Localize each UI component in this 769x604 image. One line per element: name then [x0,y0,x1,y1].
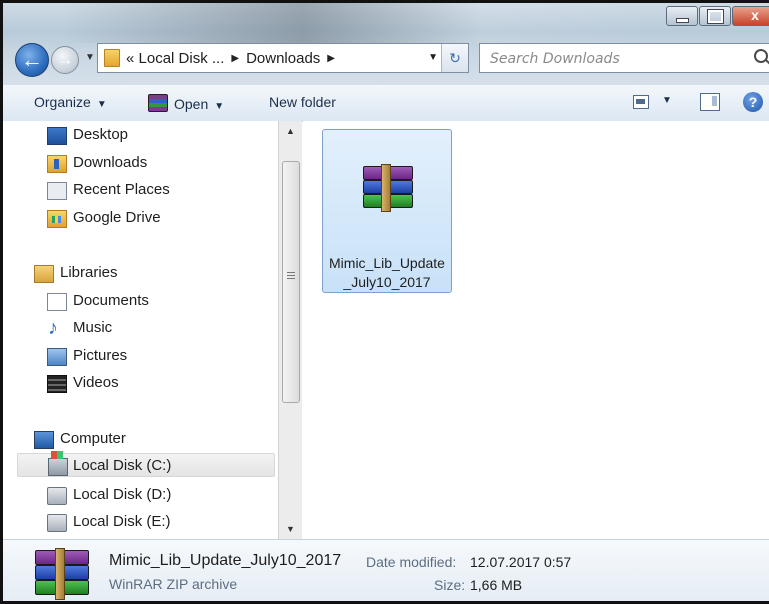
change-view-icon[interactable] [633,95,649,109]
forward-arrow-icon: → [56,50,74,69]
back-button[interactable]: ← [15,43,49,77]
breadcrumb-parent[interactable]: « Local Disk ... [126,50,224,67]
music-note-icon [47,316,65,340]
computer-icon [34,431,54,449]
window-controls: x [665,6,769,26]
back-arrow-icon: ← [21,47,43,72]
sidebar-item-label: Desktop [73,126,129,143]
windows-drive-icon [48,451,68,476]
sidebar-item-label: Documents [73,292,149,309]
navigation-scrollbar[interactable]: ▲ ▼ [278,121,302,539]
refresh-button[interactable]: ↻ [441,44,468,72]
sidebar-item-local-disk-e[interactable]: Local Disk (E:) [47,510,171,534]
recent-places-icon [47,182,67,200]
scrollbar-thumb[interactable] [282,161,300,403]
downloads-folder-icon [47,155,67,173]
winrar-archive-icon [361,164,413,212]
sidebar-item-label: Local Disk (D:) [73,486,172,503]
details-date-modified-label: Date modified: [366,554,457,570]
sidebar-item-libraries[interactable]: Libraries [34,261,118,285]
libraries-icon [34,265,54,283]
new-folder-button[interactable]: New folder [269,94,336,110]
breadcrumb-separator-icon[interactable]: ▶ [327,53,335,64]
sidebar-item-local-disk-d[interactable]: Local Disk (D:) [47,483,172,507]
close-button[interactable]: x [732,6,769,26]
breadcrumb-separator-icon[interactable]: ▶ [231,53,239,64]
search-input[interactable] [488,49,742,69]
address-bar[interactable]: « Local Disk ... ▶ Downloads ▶ ▼ ↻ [97,43,469,73]
details-file-name: Mimic_Lib_Update_July10_2017 [109,552,342,569]
search-box[interactable] [479,43,769,73]
help-icon[interactable]: ? [743,92,763,112]
film-strip-icon [47,375,67,393]
sidebar-item-videos[interactable]: Videos [47,371,119,395]
sidebar-item-label: Google Drive [73,209,161,226]
title-bar: x ← → ▼ « Local Disk ... ▶ Downloads ▶ ▼… [3,3,769,85]
command-bar: Organize ▼ Open ▼ New folder ▼ ? [3,85,769,122]
details-size-value: 1,66 MB [470,577,523,593]
refresh-icon: ↻ [449,50,461,66]
sidebar-item-computer[interactable]: Computer [34,427,126,451]
sidebar-item-label: Recent Places [73,181,170,198]
sidebar-item-desktop[interactable]: Desktop [47,123,129,147]
preview-pane-icon[interactable] [700,93,720,111]
google-drive-icon [47,210,67,228]
sidebar-item-label: Libraries [60,264,118,281]
file-item[interactable]: Mimic_Lib_Update_July10_2017 [322,129,452,293]
address-dropdown-icon[interactable]: ▼ [428,52,438,63]
explorer-window: x ← → ▼ « Local Disk ... ▶ Downloads ▶ ▼… [0,0,769,604]
documents-icon [47,293,67,311]
sidebar-item-music[interactable]: Music [48,316,113,340]
hard-drive-icon [47,514,67,532]
sidebar-item-label: Computer [60,430,126,447]
views-dropdown-icon[interactable]: ▼ [662,95,672,106]
sidebar-item-pictures[interactable]: Pictures [47,344,128,368]
organize-label: Organize [34,94,91,110]
folder-icon [104,49,120,67]
sidebar-item-documents[interactable]: Documents [47,289,149,313]
forward-button[interactable]: → [51,46,79,74]
chevron-down-icon: ▼ [96,99,107,110]
open-button[interactable]: Open ▼ [148,94,224,112]
recent-pages-dropdown[interactable]: ▼ [85,52,95,63]
sidebar-item-label: Local Disk (E:) [73,513,171,530]
grip-icon [287,272,295,280]
navigation-pane: Desktop Downloads Recent Places Google D… [3,121,286,539]
sidebar-item-local-disk-c[interactable]: Local Disk (C:) [17,451,275,477]
sidebar-item-label: Videos [73,374,119,391]
sidebar-item-label: Pictures [73,347,128,364]
sidebar-item-recent-places[interactable]: Recent Places [47,178,170,202]
winrar-icon [148,94,168,112]
search-icon[interactable] [754,49,768,63]
sidebar-item-google-drive[interactable]: Google Drive [47,206,161,230]
open-label: Open [174,96,209,112]
details-size-label: Size: [434,577,466,593]
breadcrumb-downloads[interactable]: Downloads [246,50,320,67]
sidebar-item-label: Downloads [73,154,148,171]
desktop-icon [47,127,67,145]
scroll-up-arrow-icon[interactable]: ▲ [279,121,302,141]
minimize-button[interactable] [666,6,698,26]
sidebar-item-label: Music [73,319,113,336]
sidebar-item-label: Local Disk (C:) [73,457,172,474]
hard-drive-icon [47,487,67,505]
pictures-icon [47,348,67,366]
chevron-down-icon: ▼ [214,101,225,112]
sidebar-item-downloads[interactable]: Downloads [47,151,148,175]
winrar-archive-icon [33,548,89,600]
file-name: Mimic_Lib_Update_July10_2017 [329,255,445,290]
scroll-down-arrow-icon[interactable]: ▼ [279,519,302,539]
maximize-button[interactable] [699,6,731,26]
details-file-type: WinRAR ZIP archive [109,576,238,592]
organize-button[interactable]: Organize ▼ [34,94,107,110]
file-list: Mimic_Lib_Update_July10_2017 [303,121,769,539]
details-pane: Mimic_Lib_Update_July10_2017 WinRAR ZIP … [3,539,769,601]
details-date-modified-value: 12.07.2017 0:57 [470,554,572,570]
